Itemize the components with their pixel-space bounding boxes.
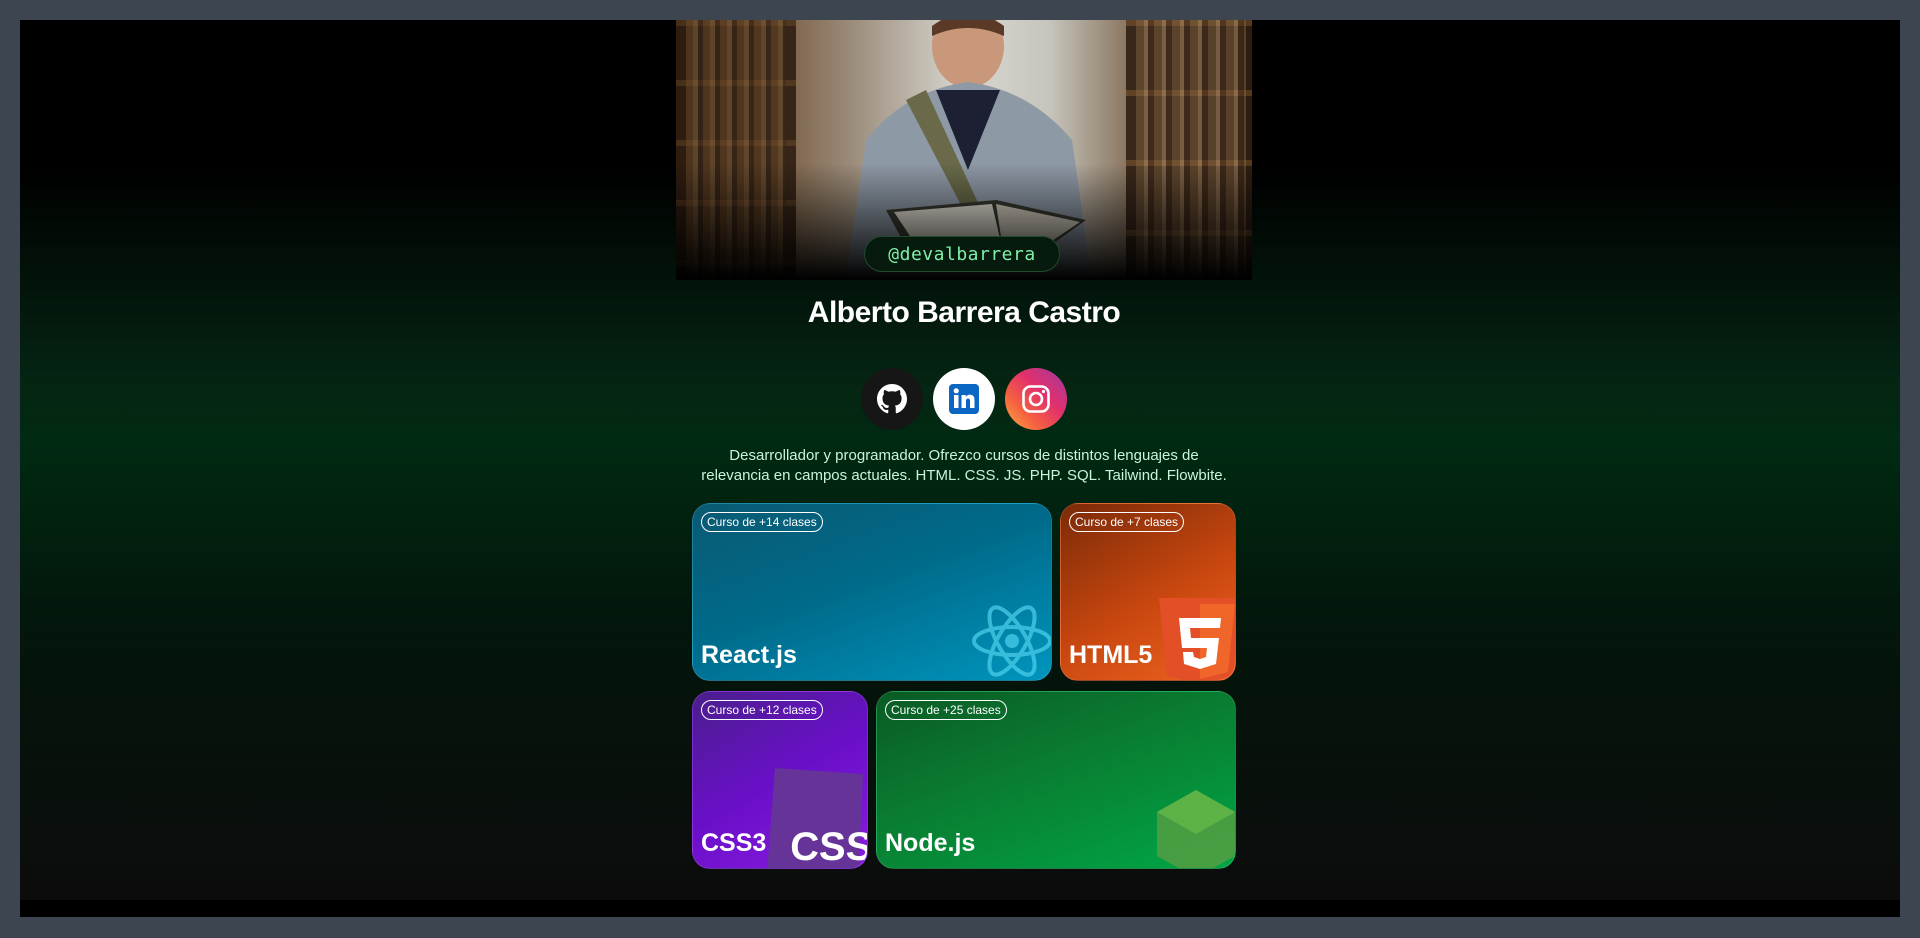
instagram-icon [1022,385,1050,413]
html5-icon [1159,598,1235,680]
react-icon [972,605,1051,677]
instagram-button[interactable] [1005,368,1067,430]
course-badge: Curso de +7 clases [1069,512,1185,532]
course-title: HTML5 [1069,641,1153,669]
course-title: Node.js [885,829,976,857]
course-title: CSS3 [701,829,767,857]
profile-name: Alberto Barrera Castro [807,296,1121,329]
svg-text:CSS: CSS [789,825,867,869]
course-card-html5[interactable]: Curso de +7 clases HTML5 [1060,503,1236,681]
course-badge: Curso de +12 clases [701,700,823,720]
github-button[interactable] [861,368,923,430]
nodejs-icon [1157,790,1235,868]
profile-bio: Desarrollador y programador. Ofrezco cur… [701,447,1227,484]
course-badge: Curso de +25 clases [885,700,1007,720]
course-badge: Curso de +14 clases [701,512,823,532]
page-footer-strip [20,900,1900,917]
course-card-react[interactable]: Curso de +14 clases React.js [692,503,1052,681]
github-icon [877,384,907,414]
course-title: React.js [701,641,797,669]
linkedin-icon [949,384,979,414]
course-card-css3[interactable]: Curso de +12 clases CSS CSS3 [692,691,868,869]
css-icon: CSS [767,768,867,869]
page-viewport: @devalbarrera Alberto Barrera Castro Des… [20,20,1900,917]
linkedin-button[interactable] [933,368,995,430]
course-card-nodejs[interactable]: Curso de +25 clases Node.js [876,691,1236,869]
username-handle: @devalbarrera [864,236,1060,272]
